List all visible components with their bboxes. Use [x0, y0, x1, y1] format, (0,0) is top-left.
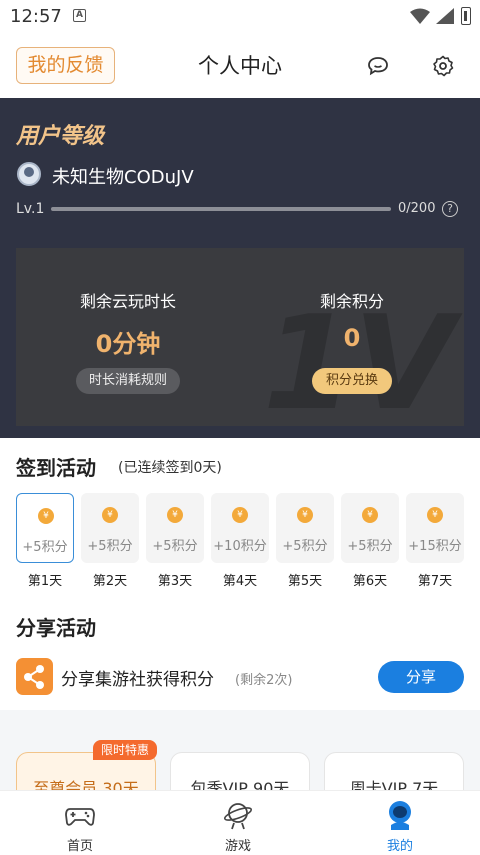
coin-icon: ¥: [102, 507, 118, 523]
nav-label-mine: 我的: [386, 839, 413, 854]
share-description: 分享集游社获得积分: [61, 670, 214, 690]
page-title: 个人中心: [198, 54, 282, 78]
signin-day-card[interactable]: ¥ +5积分: [81, 493, 139, 563]
avatar[interactable]: [17, 162, 41, 186]
signin-day-points: +5积分: [87, 539, 133, 554]
signin-day-card[interactable]: ¥ +15积分: [406, 493, 464, 563]
bottom-navigation: 首页 游戏 我的: [0, 790, 480, 855]
share-button[interactable]: 分享: [378, 661, 464, 693]
nav-tab-games[interactable]: 游戏: [188, 791, 288, 855]
cloud-time-value: 0分钟: [95, 330, 161, 358]
astronaut-icon: [389, 801, 411, 830]
coin-icon: ¥: [427, 507, 443, 523]
vip-plan-label: 包季VIP 90天: [190, 779, 290, 790]
signin-streak: (已连续签到0天): [118, 460, 222, 476]
signin-day-points: +5积分: [282, 539, 328, 554]
vip-plan-label: 周卡VIP 7天: [349, 779, 439, 790]
points-column: 剩余积分 0 积分兑换: [240, 248, 464, 426]
gamepad-icon: [65, 808, 95, 826]
share-app-icon: [16, 658, 53, 695]
coin-icon: ¥: [232, 507, 248, 523]
signin-day-label: 第1天: [27, 574, 63, 589]
points-value: 0: [343, 324, 361, 352]
signin-day-label: 第4天: [222, 574, 258, 589]
signin-day-label: 第3天: [157, 574, 193, 589]
signin-day-card[interactable]: ¥ +5积分: [276, 493, 334, 563]
signin-day-points: +15积分: [408, 539, 462, 554]
vip-plan-card[interactable]: 包季VIP 90天: [170, 752, 310, 790]
level-progress-bar: [51, 207, 391, 211]
signin-title: 签到活动: [16, 456, 96, 480]
help-icon[interactable]: ?: [442, 201, 458, 217]
settings-gear-icon[interactable]: [431, 54, 455, 78]
cloud-time-label: 剩余云玩时长: [79, 292, 176, 311]
signin-day-label: 第5天: [287, 574, 323, 589]
vip-plans-section: 至尊会员 30天 包季VIP 90天 周卡VIP 7天 限时特惠: [0, 710, 480, 790]
nav-label-home: 首页: [66, 839, 93, 854]
coin-icon: ¥: [297, 507, 313, 523]
time-rules-button[interactable]: 时长消耗规则: [76, 368, 180, 394]
signin-day-points: +10积分: [213, 539, 267, 554]
nav-tab-home[interactable]: 首页: [30, 791, 130, 855]
status-time: 12:57: [10, 6, 62, 27]
battery-icon: [461, 7, 471, 25]
level-points-progress: 0/200: [398, 201, 436, 216]
coin-icon: ¥: [38, 508, 54, 524]
share-remaining: (剩余2次): [235, 673, 293, 688]
coin-icon: ¥: [167, 507, 183, 523]
nav-label-games: 游戏: [224, 839, 251, 854]
points-exchange-button[interactable]: 积分兑换: [312, 368, 392, 394]
user-level-title: 用户等级: [16, 124, 105, 149]
username: 未知生物CODuJV: [52, 167, 194, 188]
signin-day-label: 第6天: [352, 574, 388, 589]
signin-day-points: +5积分: [347, 539, 393, 554]
share-section: 分享活动 分享集游社获得积分 (剩余2次) 分享: [0, 598, 480, 710]
signin-day-points: +5积分: [152, 539, 198, 554]
share-nodes-icon: [24, 665, 44, 689]
top-header: 我的反馈 个人中心: [0, 34, 480, 98]
status-bar: 12:57 A: [0, 0, 480, 34]
signin-day-card[interactable]: ¥ +5积分: [341, 493, 399, 563]
signal-icon: [436, 8, 454, 24]
level-label: Lv.1: [16, 201, 45, 217]
user-level-panel: 用户等级 未知生物CODuJV Lv.1 0/200 ? 1V 剩余云玩时长 0…: [0, 98, 480, 438]
coin-icon: ¥: [362, 507, 378, 523]
balance-card: 1V 剩余云玩时长 0分钟 时长消耗规则 剩余积分 0 积分兑换: [16, 248, 464, 426]
nav-tab-mine[interactable]: 我的: [350, 791, 450, 855]
vip-plan-label: 至尊会员 30天: [33, 779, 139, 790]
limited-offer-badge: 限时特惠: [93, 740, 157, 760]
signin-day-card[interactable]: ¥ +5积分: [146, 493, 204, 563]
signin-section: 签到活动 (已连续签到0天) ¥ +5积分第1天 ¥ +5积分第2天 ¥ +5积分第3天 ¥…: [0, 438, 480, 598]
signin-day-card[interactable]: ¥ +10积分: [211, 493, 269, 563]
planet-icon: [223, 803, 253, 830]
points-label: 剩余积分: [319, 292, 384, 311]
vip-plan-card[interactable]: 周卡VIP 7天: [324, 752, 464, 790]
signin-day-label: 第2天: [92, 574, 128, 589]
share-title: 分享活动: [16, 616, 96, 640]
cloud-time-column: 剩余云玩时长 0分钟 时长消耗规则: [16, 248, 240, 426]
signin-day-label: 第7天: [417, 574, 453, 589]
signin-day-points: +5积分: [22, 540, 68, 555]
wifi-icon: [410, 8, 430, 24]
message-icon[interactable]: [366, 54, 390, 78]
signin-day-card[interactable]: ¥ +5积分: [16, 493, 74, 563]
notification-a-icon: A: [73, 9, 86, 22]
